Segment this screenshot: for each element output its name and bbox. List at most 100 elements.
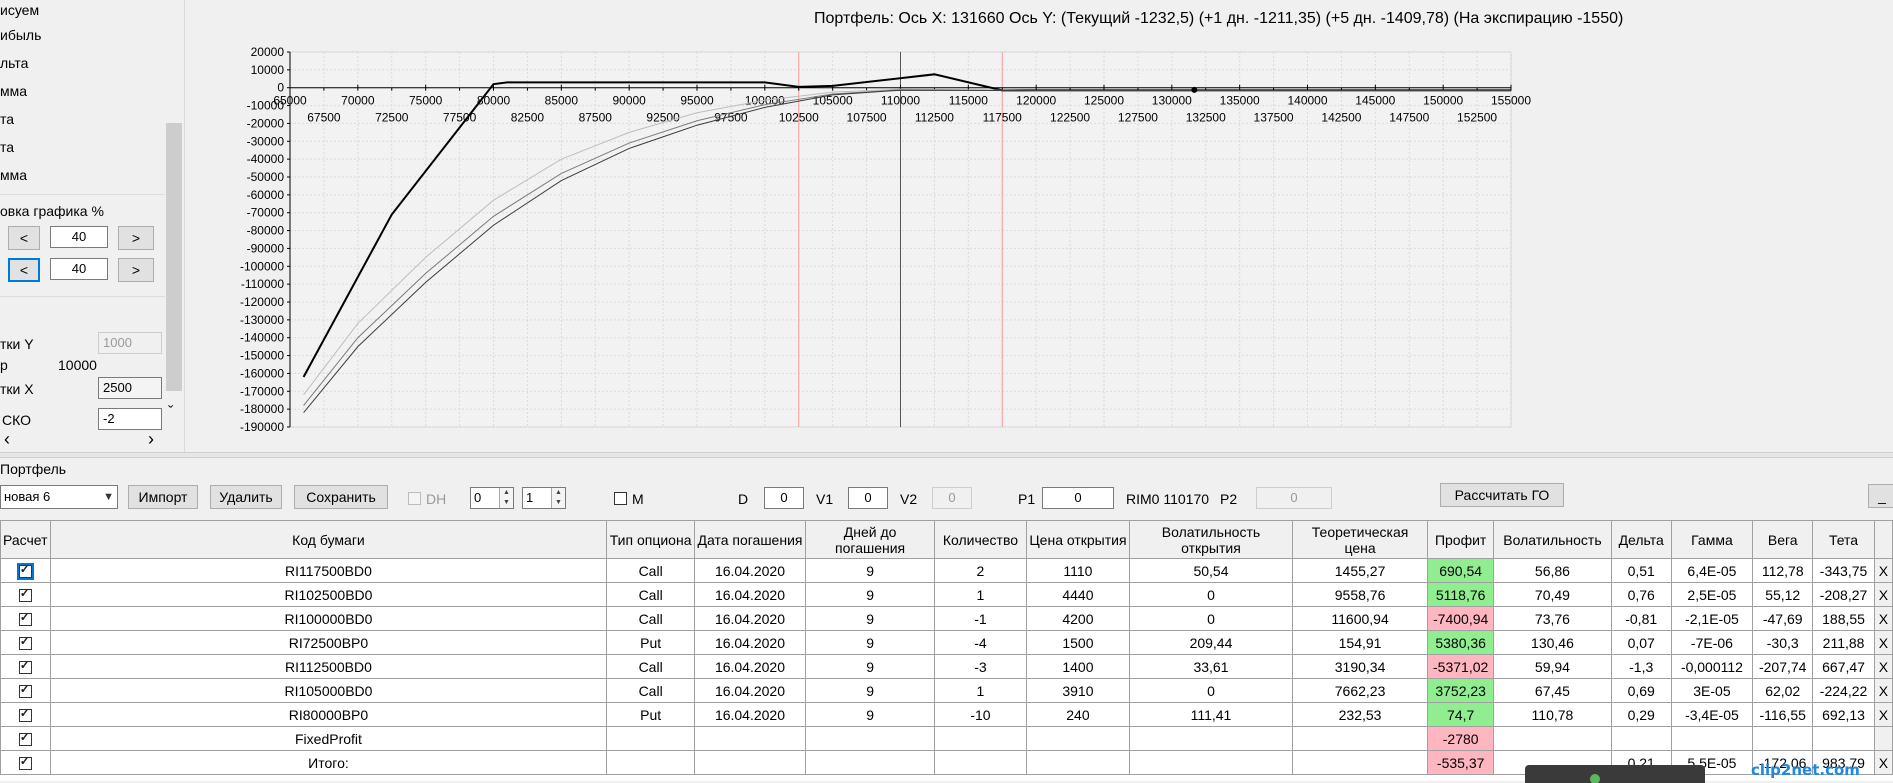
grid-y-input[interactable]: 1000 — [98, 332, 162, 354]
calc-cell[interactable] — [0, 678, 51, 703]
calc-checkbox[interactable] — [18, 730, 32, 747]
scale-y-increase-button[interactable]: > — [118, 258, 154, 282]
cell-gamma: 6,4E-05 — [1670, 558, 1754, 583]
cell-remove[interactable]: X — [1873, 606, 1893, 631]
calc-cell[interactable] — [0, 582, 51, 607]
minimize-button[interactable]: _ — [1868, 484, 1893, 508]
d-input[interactable]: 0 — [764, 487, 804, 509]
table-row[interactable]: RI117500BD0Call16.04.202092111050,541455… — [0, 558, 1893, 583]
scroll-down-icon[interactable]: ˇ — [168, 404, 173, 422]
column-header-vol[interactable]: Волатильность — [1493, 520, 1612, 559]
panel-item-profit[interactable]: ибыль — [0, 27, 41, 43]
column-header-code[interactable]: Код бумаги — [49, 520, 608, 559]
calc-cell[interactable] — [0, 726, 51, 751]
calc-checkbox[interactable] — [18, 658, 32, 675]
column-header-date[interactable]: Дата погашения — [693, 520, 807, 559]
cell-remove[interactable]: X — [1873, 654, 1893, 679]
calc-checkbox[interactable] — [18, 610, 32, 627]
table-row[interactable]: RI100000BD0Call16.04.20209-14200011600,9… — [0, 606, 1893, 631]
column-header-qty[interactable]: Количество — [934, 520, 1027, 559]
table-row[interactable]: RI102500BD0Call16.04.202091444009558,765… — [0, 582, 1893, 607]
dh-checkbox[interactable] — [408, 492, 421, 505]
sko-input[interactable]: -2 — [98, 408, 162, 430]
spinner-2[interactable]: 1 ▲ ▼ — [522, 487, 566, 509]
scale-x-input[interactable]: 40 — [50, 226, 108, 248]
panel-item-theta[interactable]: та — [0, 139, 14, 155]
v2-input[interactable]: 0 — [932, 487, 972, 509]
calc-cell[interactable] — [0, 606, 51, 631]
m-checkbox[interactable] — [614, 492, 627, 505]
spin-up-icon[interactable]: ▲ — [499, 488, 513, 498]
panel-item-vega[interactable]: та — [0, 111, 14, 127]
scroll-up-icon[interactable]: ˆ — [168, 0, 173, 14]
table-row[interactable]: RI105000BD0Call16.04.202091391007662,233… — [0, 678, 1893, 703]
left-panel-horizontal-scrollbar[interactable]: ‹ › — [0, 429, 165, 450]
calc-cell[interactable] — [0, 630, 51, 655]
column-header-price[interactable]: Цена открытия — [1025, 520, 1131, 559]
cell-remove[interactable]: X — [1873, 582, 1893, 607]
scrollbar-thumb[interactable] — [166, 123, 182, 391]
scale-y-input[interactable]: 40 — [50, 258, 108, 280]
scale-x-decrease-button[interactable]: < — [8, 226, 40, 250]
cell-theo — [1291, 750, 1429, 775]
p1-input[interactable]: 0 — [1042, 487, 1114, 509]
cell-remove[interactable]: X — [1873, 702, 1893, 727]
column-header-calc[interactable]: Расчет — [0, 520, 51, 559]
calc-checkbox[interactable] — [18, 754, 32, 771]
cell-profit: 3752,23 — [1427, 678, 1495, 703]
calc-cell[interactable] — [0, 558, 51, 583]
column-header-type[interactable]: Тип опциона — [606, 520, 695, 559]
panel-item-vomma[interactable]: мма — [0, 167, 27, 183]
calc-checkbox[interactable] — [16, 562, 34, 581]
cell-remove[interactable]: X — [1873, 558, 1893, 583]
calc-checkbox[interactable] — [18, 682, 32, 699]
delete-button[interactable]: Удалить — [210, 485, 282, 509]
calc-checkbox[interactable] — [18, 586, 32, 603]
calculate-margin-button[interactable]: Рассчитать ГО — [1440, 483, 1564, 507]
cell-profit: 690,54 — [1427, 558, 1495, 583]
spin-up-icon[interactable]: ▲ — [551, 488, 565, 498]
column-header-gamma[interactable]: Гамма — [1670, 520, 1754, 559]
portfolio-select[interactable]: новая 6 ▼ — [0, 485, 118, 509]
scale-y-decrease-button[interactable]: < — [8, 258, 40, 282]
table-row[interactable]: RI72500BP0Put16.04.20209-41500209,44154,… — [0, 630, 1893, 655]
calc-checkbox[interactable] — [18, 706, 32, 723]
y-tick-label: -70000 — [247, 206, 285, 220]
column-header-delta[interactable]: Дельта — [1610, 520, 1672, 559]
save-button[interactable]: Сохранить — [294, 485, 388, 509]
spinner-2-value: 1 — [526, 490, 534, 505]
payoff-chart[interactable]: 65000 70000 75000 80000 85000 90000 95000 10000… — [186, 0, 1893, 452]
scroll-left-icon[interactable]: ‹ — [4, 429, 10, 450]
spinner-1[interactable]: 0 ▲ ▼ — [470, 487, 514, 509]
table-row[interactable]: FixedProfit -2780 — [0, 726, 1893, 751]
import-button[interactable]: Импорт — [128, 485, 198, 509]
cell-remove[interactable]: X — [1873, 630, 1893, 655]
grid-x-input[interactable]: 2500 — [98, 377, 162, 399]
column-header-theta[interactable]: Тета — [1812, 520, 1875, 559]
column-header-vol-open[interactable]: Волатильность открытия — [1129, 520, 1293, 559]
payoff-chart-area[interactable]: Портфель: Ось X: 131660 Ось Y: (Текущий … — [186, 0, 1893, 452]
spin-down-icon[interactable]: ▼ — [499, 498, 513, 508]
column-header-theo[interactable]: Теоретическая цена — [1291, 520, 1429, 559]
calc-cell[interactable] — [0, 702, 51, 727]
table-row[interactable]: RI80000BP0Put16.04.20209-10240111,41232,… — [0, 702, 1893, 727]
calc-cell[interactable] — [0, 750, 51, 775]
panel-item-gamma[interactable]: мма — [0, 83, 27, 99]
p2-input[interactable]: 0 — [1256, 487, 1332, 509]
calc-cell[interactable] — [0, 654, 51, 679]
table-row[interactable]: RI112500BD0Call16.04.20209-3140033,61319… — [0, 654, 1893, 679]
cell-remove[interactable]: X — [1873, 678, 1893, 703]
cell-profit: -2780 — [1427, 726, 1495, 751]
panel-splitter[interactable] — [0, 452, 1893, 458]
cell-remove[interactable] — [1873, 726, 1893, 751]
spin-down-icon[interactable]: ▼ — [551, 498, 565, 508]
scale-x-increase-button[interactable]: > — [118, 226, 154, 250]
cell-vol: 70,49 — [1493, 582, 1612, 607]
v1-input[interactable]: 0 — [848, 487, 888, 509]
panel-item-delta[interactable]: льта — [0, 55, 28, 71]
calc-checkbox[interactable] — [18, 634, 32, 651]
column-header-days[interactable]: Дней до погашения — [805, 520, 936, 559]
column-header-vega[interactable]: Вега — [1752, 520, 1814, 559]
scroll-right-icon[interactable]: › — [148, 429, 154, 450]
column-header-profit[interactable]: Профит — [1427, 520, 1495, 559]
